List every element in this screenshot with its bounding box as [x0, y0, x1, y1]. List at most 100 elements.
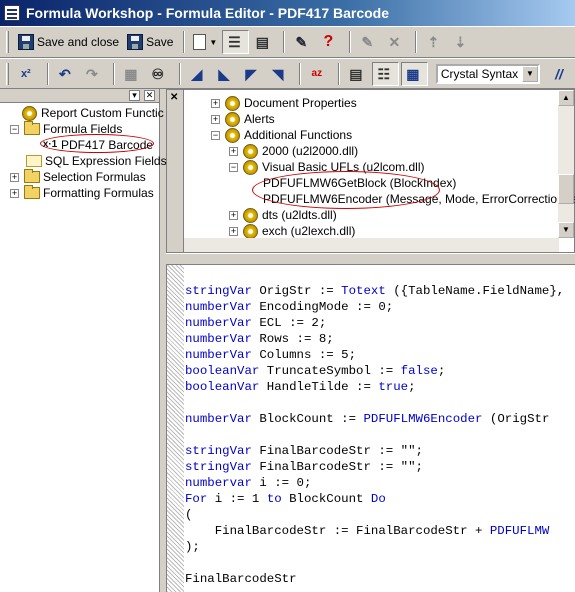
- delete-button[interactable]: ✕: [383, 30, 408, 54]
- rename-icon: ✎: [361, 34, 374, 50]
- find-button[interactable]: ♾: [147, 62, 172, 86]
- code-keyword: numberVar: [185, 332, 252, 346]
- tree-item-label: Selection Formulas: [43, 170, 146, 184]
- collapse-icon[interactable]: −: [229, 162, 238, 172]
- expand-icon[interactable]: +: [229, 146, 238, 156]
- tree-item-formatting-formulas[interactable]: + Formatting Formulas: [10, 185, 154, 201]
- fn-item-dts[interactable]: + dts (u2ldts.dll): [229, 207, 337, 223]
- horizontal-scrollbar[interactable]: [184, 238, 559, 252]
- clear-bookmarks-button[interactable]: ◥: [267, 62, 292, 86]
- expand-icon[interactable]: +: [211, 98, 220, 108]
- browse-data-button[interactable]: ▦: [120, 62, 145, 86]
- toolbar-grip[interactable]: [6, 31, 9, 53]
- save-and-close-button[interactable]: Save and close: [15, 30, 122, 54]
- code-text: FinalBarcodeStr := "";: [251, 444, 423, 458]
- code-line[interactable]: numberVar Rows := 8;: [185, 331, 564, 347]
- show-functions-button[interactable]: ☷: [371, 61, 399, 86]
- collapse-icon[interactable]: −: [211, 130, 220, 140]
- fn-item-exch[interactable]: + exch (u2lexch.dll): [229, 223, 355, 239]
- code-line[interactable]: booleanVar TruncateSymbol := false;: [185, 363, 564, 379]
- save-button[interactable]: Save: [124, 30, 176, 54]
- code-line[interactable]: stringVar OrigStr := Totext ({TableName.…: [185, 283, 564, 299]
- tree-item-report-custom-functions[interactable]: Report Custom Functic: [22, 105, 164, 121]
- code-line[interactable]: [185, 555, 564, 571]
- comment-button[interactable]: //: [548, 62, 573, 86]
- next-bookmark-button[interactable]: ◣: [213, 62, 238, 86]
- code-line[interactable]: booleanVar HandleTilde := true;: [185, 379, 564, 395]
- formula-code[interactable]: stringVar OrigStr := Totext ({TableName.…: [185, 283, 564, 587]
- scroll-up-icon[interactable]: ▲: [558, 90, 574, 106]
- code-line[interactable]: [185, 427, 564, 443]
- previous-bookmark-button[interactable]: ◤: [240, 62, 265, 86]
- expert-button[interactable]: ✎: [290, 30, 315, 54]
- folder-icon: [26, 155, 42, 167]
- code-line[interactable]: (: [185, 507, 564, 523]
- rename-button[interactable]: ✎: [356, 30, 381, 54]
- expand-icon[interactable]: +: [10, 188, 19, 198]
- fn-item-2000[interactable]: + 2000 (u2l2000.dll): [229, 143, 358, 159]
- help-button[interactable]: ?: [317, 30, 342, 54]
- expand-icon[interactable]: +: [211, 114, 220, 124]
- code-line[interactable]: FinalBarcodeStr: [185, 571, 564, 587]
- code-line[interactable]: numberVar BlockCount := PDFUFLMW6Encoder…: [185, 411, 564, 427]
- fn-item-additional-functions[interactable]: − Additional Functions: [211, 127, 352, 143]
- chevron-down-icon[interactable]: ▼: [522, 65, 538, 82]
- syntax-select[interactable]: Crystal Syntax ▼: [435, 63, 540, 84]
- separator: [46, 62, 49, 85]
- separator: [183, 31, 186, 53]
- code-line[interactable]: numberVar ECL := 2;: [185, 315, 564, 331]
- properties-button[interactable]: ▤: [251, 30, 276, 54]
- scroll-thumb[interactable]: [558, 174, 574, 204]
- tree-item-selection-formulas[interactable]: + Selection Formulas: [10, 169, 146, 185]
- folder-icon: [24, 169, 40, 183]
- code-keyword: Totext: [341, 284, 386, 298]
- code-line[interactable]: numberVar Columns := 5;: [185, 347, 564, 363]
- check-formula-icon: x²: [20, 67, 31, 80]
- close-icon[interactable]: ✕: [144, 90, 155, 101]
- code-line[interactable]: For i := 1 to BlockCount Do: [185, 491, 564, 507]
- expand-icon[interactable]: +: [10, 172, 19, 182]
- tree-item-sql-expression-fields[interactable]: SQL Expression Fields: [26, 153, 167, 169]
- collapse-icon[interactable]: −: [10, 124, 19, 134]
- pin-icon[interactable]: ▾: [129, 90, 140, 101]
- move-up-button[interactable]: ⇡: [422, 30, 447, 54]
- undo-button[interactable]: ↶: [54, 62, 79, 86]
- expand-icon[interactable]: +: [229, 210, 238, 220]
- fn-item-label: dts (u2ldts.dll): [262, 208, 337, 222]
- vertical-scrollbar[interactable]: ▲ ▼: [558, 90, 574, 238]
- check-button[interactable]: x²: [15, 62, 40, 86]
- pane-splitter[interactable]: [166, 253, 575, 265]
- toolbar-grip[interactable]: [6, 62, 9, 85]
- fn-item-document-properties[interactable]: + Document Properties: [211, 95, 357, 111]
- show-fields-button[interactable]: ▤: [345, 62, 370, 86]
- code-text: ;: [437, 364, 446, 378]
- redo-button[interactable]: ↷: [81, 62, 106, 86]
- magic-wand-icon: ✎: [295, 34, 308, 50]
- code-keyword: numberVar: [185, 300, 252, 314]
- code-line[interactable]: numbervar i := 0;: [185, 475, 564, 491]
- new-button[interactable]: ▼: [190, 30, 220, 54]
- fn-item-alerts[interactable]: + Alerts: [211, 111, 275, 127]
- close-icon[interactable]: ✕: [170, 92, 178, 103]
- scroll-down-icon[interactable]: ▼: [558, 222, 574, 238]
- expand-icon[interactable]: +: [229, 226, 238, 236]
- toggle-tree-button[interactable]: ☰: [222, 30, 250, 54]
- code-text: Columns := 5;: [251, 348, 357, 362]
- code-line[interactable]: FinalBarcodeStr := FinalBarcodeStr + PDF…: [185, 523, 564, 539]
- gear-icon: [243, 207, 258, 223]
- toggle-bookmark-button[interactable]: ◢: [186, 62, 211, 86]
- code-line[interactable]: numberVar EncodingMode := 0;: [185, 299, 564, 315]
- move-down-button[interactable]: ⇣: [449, 30, 474, 54]
- show-operators-button[interactable]: ▦: [400, 61, 428, 86]
- code-line[interactable]: stringVar FinalBarcodeStr := "";: [185, 459, 564, 475]
- annotation-oval: [252, 171, 440, 209]
- pane-header: ▾ ✕: [0, 89, 159, 103]
- code-line[interactable]: [185, 395, 564, 411]
- formula-editor[interactable]: stringVar OrigStr := Totext ({TableName.…: [166, 265, 575, 592]
- code-line[interactable]: stringVar FinalBarcodeStr := "";: [185, 443, 564, 459]
- formula-toolbar: x² ↶ ↷ ▦ ♾ ◢ ◣ ◤ ◥ az ▤ ☷ ▦ Crystal Synt…: [0, 58, 575, 89]
- code-text: FinalBarcodeStr: [185, 572, 297, 586]
- code-line[interactable]: );: [185, 539, 564, 555]
- code-keyword: to: [266, 492, 282, 506]
- sort-button[interactable]: az: [306, 62, 331, 86]
